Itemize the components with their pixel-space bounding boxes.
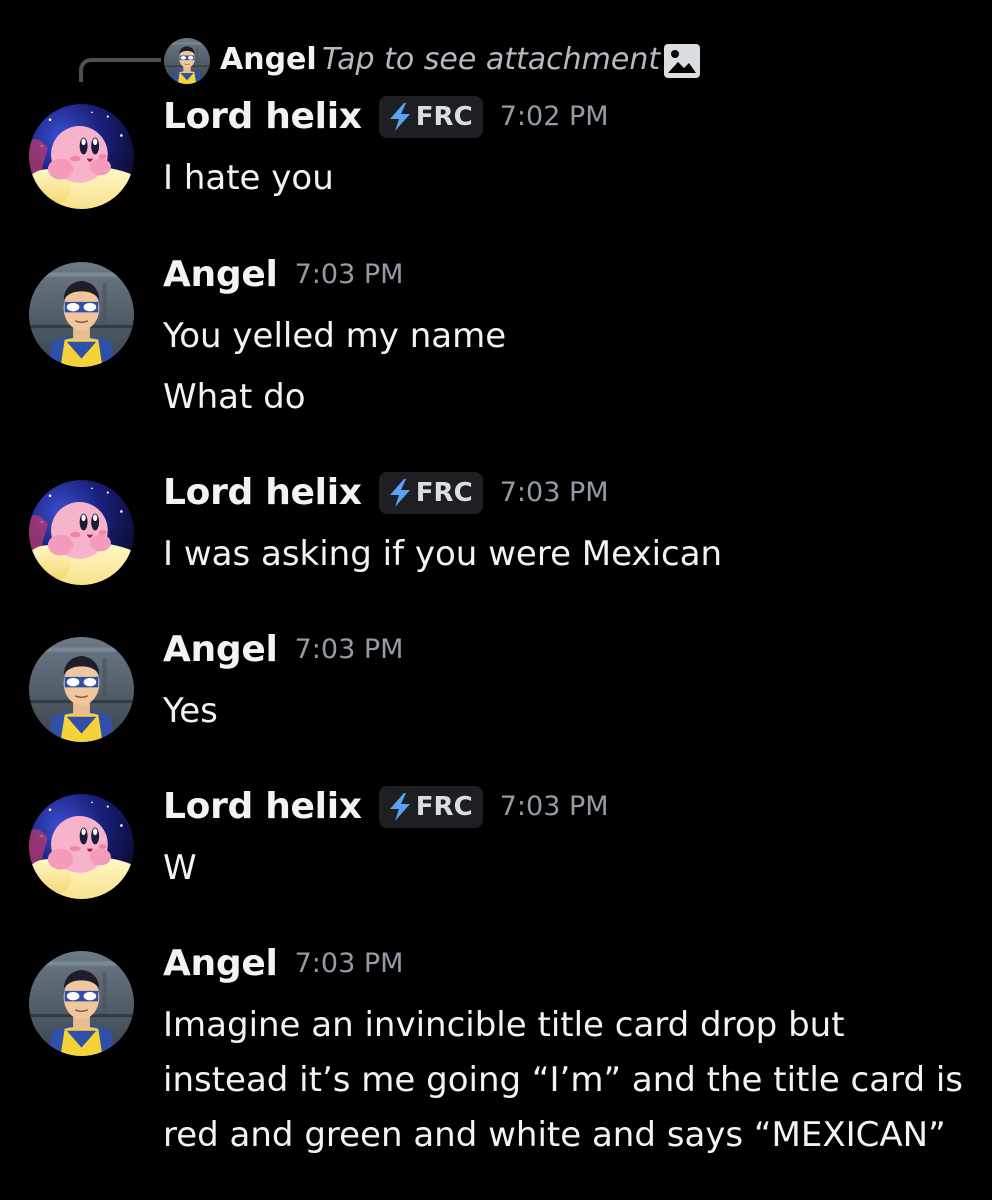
message-text: W: [163, 848, 197, 888]
message-text: Yes: [163, 691, 218, 731]
reply-reference[interactable]: Angel Tap to see attachment: [0, 38, 992, 82]
timestamp: 7:03 PM: [294, 259, 404, 290]
reply-connector: [79, 58, 161, 82]
message-header: Angel 7:03 PM: [163, 250, 403, 300]
server-tag-label: FRC: [415, 792, 473, 822]
invincible-avatar[interactable]: [29, 951, 134, 1056]
message-text: I hate you: [163, 158, 334, 198]
message-text: I was asking if you were Mexican: [163, 534, 723, 574]
kirby-avatar[interactable]: [29, 794, 134, 899]
server-tag[interactable]: FRC: [378, 96, 483, 138]
username[interactable]: Lord helix: [163, 468, 362, 518]
kirby-avatar[interactable]: [29, 104, 134, 209]
timestamp: 7:02 PM: [499, 101, 609, 132]
username[interactable]: Angel: [163, 625, 278, 675]
timestamp: 7:03 PM: [294, 634, 404, 665]
timestamp: 7:03 PM: [294, 948, 404, 979]
server-tag[interactable]: FRC: [378, 472, 483, 514]
server-tag[interactable]: FRC: [378, 786, 483, 828]
server-tag-label: FRC: [415, 102, 473, 132]
message-text: You yelled my name: [163, 316, 507, 356]
server-tag-label: FRC: [415, 478, 473, 508]
reply-attachment-text[interactable]: Tap to see attachment: [322, 40, 660, 80]
reply-author[interactable]: Angel: [220, 40, 317, 80]
image-icon: [664, 44, 700, 78]
timestamp: 7:03 PM: [499, 791, 609, 822]
message-header: Lord helix FRC 7:02 PM: [163, 92, 609, 142]
username[interactable]: Angel: [163, 939, 278, 989]
lightning-bolt-icon: [389, 479, 410, 507]
timestamp: 7:03 PM: [499, 477, 609, 508]
reply-avatar: [164, 38, 210, 84]
invincible-avatar[interactable]: [29, 637, 134, 742]
username[interactable]: Angel: [163, 250, 278, 300]
message-header: Lord helix FRC 7:03 PM: [163, 468, 609, 518]
lightning-bolt-icon: [389, 793, 410, 821]
message-text: What do: [163, 377, 306, 417]
invincible-avatar[interactable]: [29, 262, 134, 367]
message-text: red and green and white and says “MEXICA…: [163, 1115, 946, 1155]
message-header: Lord helix FRC 7:03 PM: [163, 782, 609, 832]
message-header: Angel 7:03 PM: [163, 939, 403, 989]
message-header: Angel 7:03 PM: [163, 625, 403, 675]
message-text: Imagine an invincible title card drop bu…: [163, 1005, 845, 1045]
message-text: instead it’s me going “I’m” and the titl…: [163, 1060, 964, 1100]
kirby-avatar[interactable]: [29, 480, 134, 585]
lightning-bolt-icon: [389, 103, 410, 131]
username[interactable]: Lord helix: [163, 782, 362, 832]
username[interactable]: Lord helix: [163, 92, 362, 142]
